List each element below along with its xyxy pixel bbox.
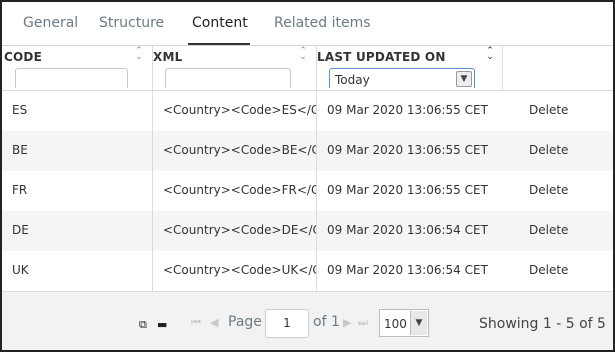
column-header-last-updated[interactable]: LAST UPDATED ON <box>317 50 446 64</box>
page-count-label: of 1 <box>313 314 340 330</box>
table-row[interactable]: DE <Country><Code>DE</Cou 09 Mar 2020 13… <box>2 211 613 251</box>
xml-cell: <Country><Code>FR</Cou <box>163 183 317 197</box>
delete-button[interactable]: Delete <box>529 223 568 237</box>
delete-button[interactable]: Delete <box>529 183 568 197</box>
export-window-icon[interactable]: ⧉ <box>139 318 147 332</box>
page-size-value: 100 <box>384 317 407 331</box>
code-cell: ES <box>12 103 28 117</box>
delete-button[interactable]: Delete <box>529 143 568 157</box>
pager: ⧉ ▬ ⏮ ◀ Page 1 of 1 ▶ ⏭ 100 ▼ Showing 1 … <box>2 291 613 350</box>
column-divider <box>502 46 503 91</box>
delete-button[interactable]: Delete <box>529 103 568 117</box>
tab-content[interactable]: Content <box>192 15 248 31</box>
xml-filter-input[interactable] <box>165 68 291 88</box>
last-updated-filter-select[interactable]: Today ▼ <box>329 68 475 88</box>
folder-icon[interactable]: ▬ <box>157 318 167 331</box>
previous-page-icon[interactable]: ◀ <box>210 316 218 329</box>
first-page-icon[interactable]: ⏮ <box>191 316 201 330</box>
updated-cell: 09 Mar 2020 13:06:55 CET <box>327 183 488 197</box>
table-row[interactable]: FR <Country><Code>FR</Cou 09 Mar 2020 13… <box>2 171 613 211</box>
table-body: ES <Country><Code>ES</Cou 09 Mar 2020 13… <box>2 91 613 291</box>
updated-cell: 09 Mar 2020 13:06:55 CET <box>327 103 488 117</box>
updated-cell: 09 Mar 2020 13:06:54 CET <box>327 263 488 277</box>
tab-related-items[interactable]: Related items <box>274 15 371 31</box>
table-row[interactable]: BE <Country><Code>BE</Cou 09 Mar 2020 13… <box>2 131 613 171</box>
code-cell: DE <box>12 223 29 237</box>
page-label: Page <box>228 314 262 330</box>
table-header: CODE ⌃ ⌄ XML ⌃ ⌄ LAST UPDATED ON ⌃ ⌄ Today … <box>2 46 613 91</box>
code-filter-input[interactable] <box>15 68 128 88</box>
page-number-input[interactable]: 1 <box>265 309 309 338</box>
record-count-label: Showing 1 - 5 of 5 <box>479 316 606 332</box>
code-cell: UK <box>12 263 29 277</box>
filter-select-value: Today <box>335 73 370 87</box>
content-panel: General Structure Content Related items … <box>0 0 615 352</box>
table-row[interactable]: UK <Country><Code>UK</Cou 09 Mar 2020 13… <box>2 251 613 291</box>
table-row[interactable]: ES <Country><Code>ES</Cou 09 Mar 2020 13… <box>2 91 613 131</box>
tab-structure[interactable]: Structure <box>99 15 164 31</box>
column-divider <box>316 91 317 291</box>
xml-cell: <Country><Code>BE</Cou <box>163 143 317 157</box>
sort-icon[interactable]: ⌃ ⌄ <box>299 47 307 62</box>
delete-button[interactable]: Delete <box>529 263 568 277</box>
tab-general[interactable]: General <box>23 15 78 31</box>
xml-cell: <Country><Code>DE</Cou <box>163 223 317 237</box>
code-cell: FR <box>12 183 28 197</box>
column-header-code[interactable]: CODE <box>4 50 42 64</box>
tab-bar: General Structure Content Related items <box>2 2 613 46</box>
page-size-select[interactable]: 100 ▼ <box>379 309 429 337</box>
updated-cell: 09 Mar 2020 13:06:55 CET <box>327 143 488 157</box>
chevron-down-icon[interactable]: ▼ <box>410 311 427 335</box>
sort-icon[interactable]: ⌃ ⌄ <box>135 47 143 62</box>
updated-cell: 09 Mar 2020 13:06:54 CET <box>327 223 488 237</box>
active-tab-indicator <box>188 43 250 45</box>
xml-cell: <Country><Code>ES</Cou <box>163 103 317 117</box>
code-cell: BE <box>12 143 28 157</box>
column-divider <box>152 91 153 291</box>
column-header-xml[interactable]: XML <box>153 50 182 64</box>
next-page-icon[interactable]: ▶ <box>343 316 351 329</box>
xml-cell: <Country><Code>UK</Cou <box>163 263 317 277</box>
last-page-icon[interactable]: ⏭ <box>358 316 368 330</box>
sort-icon[interactable]: ⌃ ⌄ <box>486 47 494 62</box>
chevron-down-icon[interactable]: ▼ <box>456 71 472 87</box>
